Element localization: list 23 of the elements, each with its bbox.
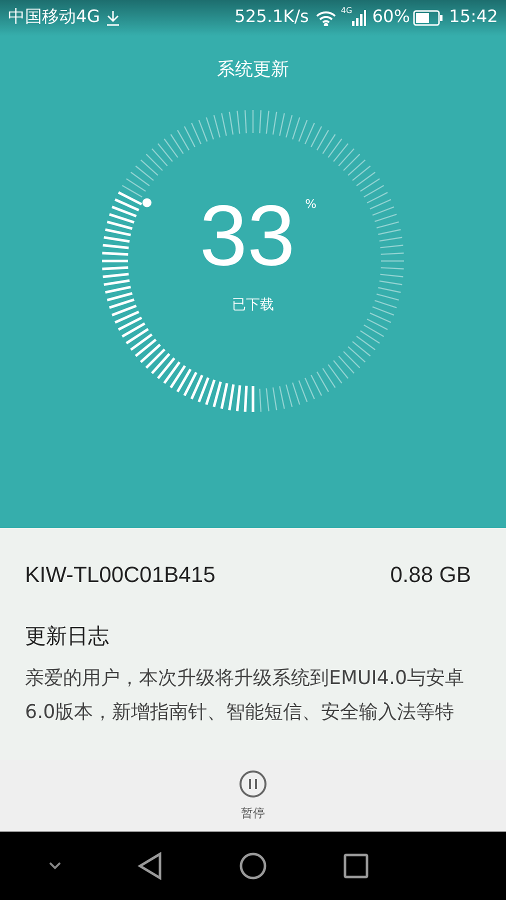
changelog-heading: 更新日志	[25, 623, 110, 650]
progress-percent: 33	[199, 192, 296, 278]
pause-icon	[239, 770, 267, 798]
package-size: 0.88 GB	[390, 561, 471, 589]
changelog-text: 亲爱的用户，本次升级将升级系统到EMUI4.0与安卓6.0版本，新增指南针、智能短信、安全输入法等特	[25, 666, 466, 724]
pause-button[interactable]: 暂停	[239, 770, 267, 822]
chevron-down-icon[interactable]	[48, 861, 62, 871]
network-speed: 525.1K/s	[234, 6, 309, 30]
signal-icon	[352, 10, 366, 26]
progress-label: 已下载	[232, 296, 274, 314]
percent-sign: %	[305, 196, 317, 212]
carrier-name: 中国移动4G	[8, 6, 100, 30]
version-name: KIW-TL00C01B415	[25, 561, 216, 589]
network-type: 4G	[340, 5, 352, 17]
clock-time: 15:42	[449, 6, 498, 30]
recents-icon[interactable]	[342, 853, 369, 879]
battery-percent: 60%	[372, 6, 410, 30]
wifi-icon	[314, 10, 337, 26]
home-icon[interactable]	[238, 852, 267, 880]
battery-icon	[413, 10, 443, 26]
page-title: 系统更新	[217, 58, 289, 82]
download-icon	[106, 10, 120, 26]
back-icon[interactable]	[137, 852, 164, 880]
